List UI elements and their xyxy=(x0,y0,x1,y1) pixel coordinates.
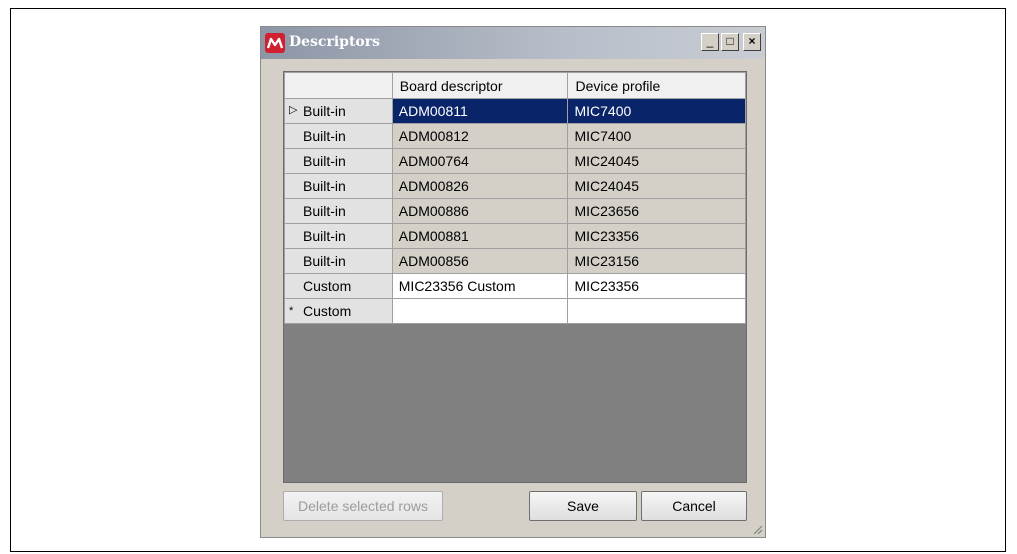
table-row[interactable]: Built-in ADM00812 MIC7400 xyxy=(284,123,746,149)
row-header[interactable]: Custom xyxy=(284,273,393,299)
board-descriptor-cell[interactable]: ADM00886 xyxy=(391,198,569,224)
row-header[interactable]: Built-in xyxy=(284,173,393,199)
row-header[interactable]: Built-in xyxy=(284,148,393,174)
device-profile-cell[interactable]: MIC7400 xyxy=(567,98,746,124)
board-descriptor-cell[interactable]: MIC23356 Custom xyxy=(391,273,569,299)
table-row[interactable]: * Custom xyxy=(284,298,746,324)
row-type-label: Built-in xyxy=(303,203,346,219)
board-descriptor-cell[interactable] xyxy=(391,298,569,324)
row-header[interactable]: Built-in xyxy=(284,123,393,149)
table-row[interactable]: ▷ Built-in ADM00811 MIC7400 xyxy=(284,98,746,124)
title-bar[interactable]: Descriptors _ □ × xyxy=(261,27,765,59)
device-profile-cell[interactable]: MIC23156 xyxy=(567,248,746,274)
column-header-device[interactable]: Device profile xyxy=(567,72,746,99)
current-row-arrow-icon: ▷ xyxy=(289,104,298,116)
table-row[interactable]: Built-in ADM00826 MIC24045 xyxy=(284,173,746,199)
resize-grip-icon[interactable] xyxy=(751,523,763,535)
row-type-label: Built-in xyxy=(303,253,346,269)
row-type-label: Built-in xyxy=(303,153,346,169)
row-header[interactable]: Built-in xyxy=(284,198,393,224)
device-profile-cell[interactable]: MIC23656 xyxy=(567,198,746,224)
column-header-board[interactable]: Board descriptor xyxy=(391,72,569,99)
device-profile-cell[interactable]: MIC23356 xyxy=(567,223,746,249)
board-descriptor-cell[interactable]: ADM00764 xyxy=(391,148,569,174)
row-header[interactable]: Built-in xyxy=(284,223,393,249)
table-row[interactable]: Built-in ADM00886 MIC23656 xyxy=(284,198,746,224)
table-row[interactable]: Built-in ADM00856 MIC23156 xyxy=(284,248,746,274)
row-type-label: Custom xyxy=(303,303,352,319)
row-header[interactable]: Built-in xyxy=(284,248,393,274)
board-descriptor-cell[interactable]: ADM00881 xyxy=(391,223,569,249)
new-row-asterisk-icon: * xyxy=(289,305,294,317)
device-profile-cell[interactable]: MIC23356 xyxy=(567,273,746,299)
save-button[interactable]: Save xyxy=(529,491,637,521)
board-descriptor-cell[interactable]: ADM00812 xyxy=(391,123,569,149)
microchip-logo-icon xyxy=(265,33,285,53)
device-profile-cell[interactable]: MIC24045 xyxy=(567,148,746,174)
table-row[interactable]: Built-in ADM00881 MIC23356 xyxy=(284,223,746,249)
row-type-label: Built-in xyxy=(303,228,346,244)
board-descriptor-cell[interactable]: ADM00856 xyxy=(391,248,569,274)
close-button[interactable]: × xyxy=(743,33,761,51)
descriptors-table: Board descriptor Device profile ▷ Built-i… xyxy=(284,72,746,324)
device-profile-cell[interactable]: MIC7400 xyxy=(567,123,746,149)
maximize-button[interactable]: □ xyxy=(721,33,739,51)
window-title: Descriptors xyxy=(289,34,380,50)
table-row[interactable]: Custom MIC23356 Custom MIC23356 xyxy=(284,273,746,299)
minimize-button[interactable]: _ xyxy=(701,33,719,51)
board-descriptor-cell[interactable]: ADM00826 xyxy=(391,173,569,199)
board-descriptor-cell[interactable]: ADM00811 xyxy=(391,98,569,124)
table-row[interactable]: Built-in ADM00764 MIC24045 xyxy=(284,148,746,174)
row-header[interactable]: * Custom xyxy=(284,298,393,324)
cancel-button[interactable]: Cancel xyxy=(641,491,747,521)
row-type-label: Custom xyxy=(303,278,352,294)
header-row: Board descriptor Device profile xyxy=(284,72,746,99)
delete-selected-rows-button[interactable]: Delete selected rows xyxy=(283,491,443,521)
row-type-label: Built-in xyxy=(303,178,346,194)
row-header[interactable]: ▷ Built-in xyxy=(284,98,393,124)
descriptors-grid[interactable]: Board descriptor Device profile ▷ Built-i… xyxy=(283,71,747,483)
descriptors-window: Descriptors _ □ × Board descriptor Devic… xyxy=(260,26,766,538)
device-profile-cell[interactable] xyxy=(567,298,746,324)
row-type-label: Built-in xyxy=(303,103,346,119)
row-type-label: Built-in xyxy=(303,128,346,144)
device-profile-cell[interactable]: MIC24045 xyxy=(567,173,746,199)
corner-header xyxy=(284,72,393,99)
